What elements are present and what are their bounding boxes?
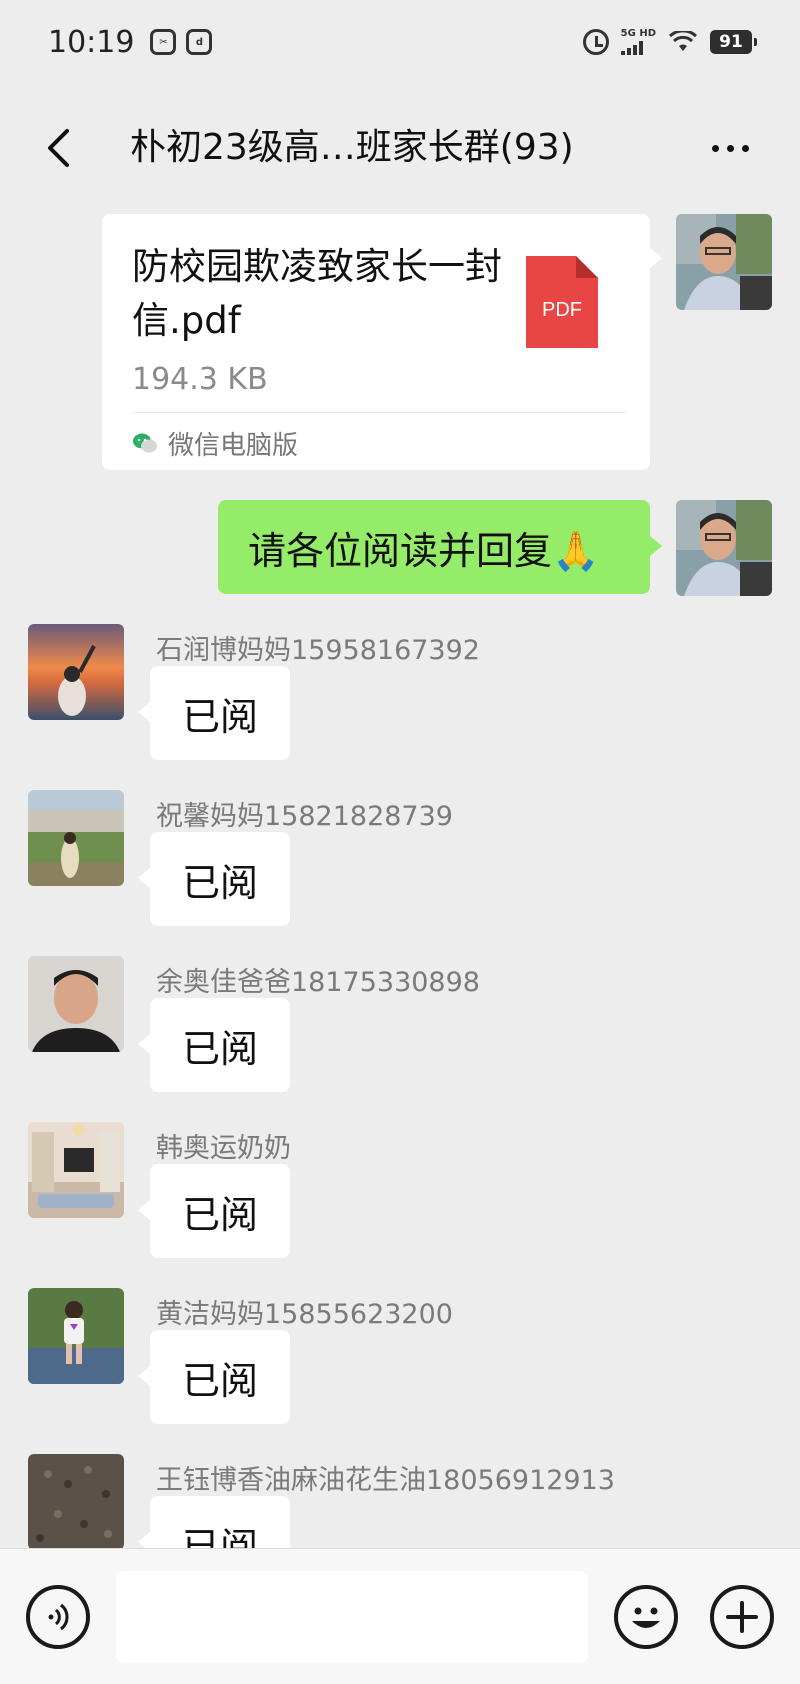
message-text: 已阅 [181,694,258,739]
received-text-message[interactable]: 已阅 [138,832,290,926]
sender-name: 祝馨妈妈15821828739 [156,801,453,832]
chevron-left-icon [48,129,69,167]
cellular-signal-icon: 5G HD [620,28,656,55]
back-button[interactable] [30,120,86,176]
message-text: 已阅 [181,1192,258,1237]
battery-icon: 91 [710,30,757,54]
received-text-message[interactable]: 已阅 [138,998,290,1092]
pdf-file-icon: PDF [526,256,598,348]
avatar[interactable] [28,1454,124,1548]
received-text-message[interactable]: 已阅 [138,1496,290,1549]
sender-name: 黄洁妈妈15855623200 [156,1299,453,1330]
received-text-message[interactable]: 已阅 [138,666,290,760]
file-size: 194.3 KB [132,362,268,397]
my-avatar[interactable] [676,214,772,310]
message-text: 请各位阅读并回复🙏 [248,528,600,573]
message-text: 已阅 [181,1358,258,1403]
divider [132,412,626,413]
status-time: 10:19 [48,24,135,60]
plus-icon [726,1601,758,1633]
chat-header: 朴初23级高…班家长群(93) [0,98,800,198]
avatar[interactable] [28,1122,124,1218]
sender-name: 石润博妈妈15958167392 [156,635,480,666]
message-input[interactable] [116,1571,588,1663]
file-name: 防校园欺凌致家长一封信.pdf [132,245,502,342]
emoji-icon [632,1607,660,1628]
sender-name: 韩奥运奶奶 [156,1133,291,1164]
more-functions-button[interactable] [710,1585,774,1649]
sent-text-message[interactable]: 请各位阅读并回复🙏 [218,500,662,594]
avatar[interactable] [28,956,124,1052]
message-row: 石润博妈妈15958167392 已阅 [0,624,800,774]
source-label: 微信电脑版 [168,430,299,461]
message-text: 已阅 [181,860,258,905]
app-notification-icon-2: d [186,29,213,55]
voice-icon [48,1603,69,1631]
my-avatar[interactable] [676,500,772,596]
wifi-icon [668,31,698,51]
more-dot-icon [711,144,719,152]
message-row: 韩奥运奶奶 已阅 [0,1122,800,1272]
avatar[interactable] [28,790,124,886]
app-notification-icon: ✂ [150,29,177,55]
alarm-icon [582,29,609,55]
pdf-label: PDF [542,299,582,321]
more-options-button[interactable] [700,120,760,176]
message-text: 已阅 [181,1026,258,1071]
message-row: 余奥佳爸爸18175330898 已阅 [0,956,800,1106]
voice-input-button[interactable] [26,1585,90,1649]
message-row: 王钰博香油麻油花生油18056912913 已阅 [0,1454,800,1548]
file-message-card[interactable]: 防校园欺凌致家长一封信.pdf 194.3 KB PDF 微信电脑版 [102,214,662,470]
wechat-icon [133,433,157,453]
sender-name: 王钰博香油麻油花生油18056912913 [156,1465,615,1496]
message-text: 已阅 [181,1524,258,1549]
network-label: 5G HD [620,28,656,39]
received-text-message[interactable]: 已阅 [138,1330,290,1424]
chat-title: 朴初23级高…班家长群(93) [130,127,574,168]
status-app-icons: ✂ d [150,29,213,55]
avatar[interactable] [28,1288,124,1384]
emoji-button[interactable] [614,1585,678,1649]
avatar[interactable] [28,624,124,720]
message-input-bar [0,1548,800,1684]
file-source: 微信电脑版 [132,424,298,462]
message-row: 祝馨妈妈15821828739 已阅 [0,790,800,940]
status-indicators: 5G HD 91 [582,28,757,55]
status-bar: 10:19 ✂ d 5G HD 91 [0,0,800,84]
received-text-message[interactable]: 已阅 [138,1164,290,1258]
sender-name: 余奥佳爸爸18175330898 [156,967,480,998]
message-row: 黄洁妈妈15855623200 已阅 [0,1288,800,1438]
